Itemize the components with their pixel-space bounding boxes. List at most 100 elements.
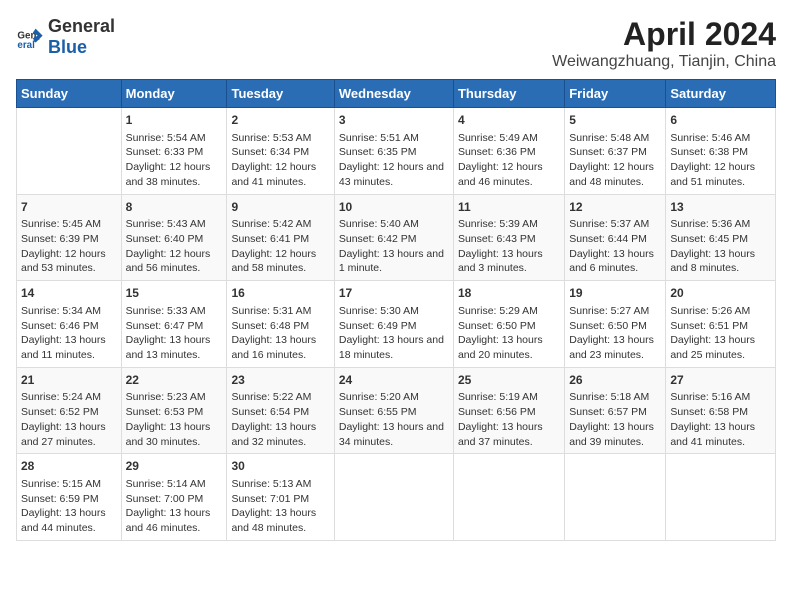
day-info: Sunrise: 5:36 AMSunset: 6:45 PMDaylight:…: [670, 217, 771, 276]
day-number: 23: [231, 372, 329, 389]
day-info: Sunrise: 5:16 AMSunset: 6:58 PMDaylight:…: [670, 390, 771, 449]
svg-text:eral: eral: [17, 40, 35, 51]
calendar-week-row: 14 Sunrise: 5:34 AMSunset: 6:46 PMDayligh…: [17, 281, 776, 368]
day-info: Sunrise: 5:26 AMSunset: 6:51 PMDaylight:…: [670, 304, 771, 363]
day-number: 24: [339, 372, 449, 389]
logo: Gen eral ▶ General Blue: [16, 16, 115, 58]
calendar-cell: 26Sunrise: 5:18 AMSunset: 6:57 PMDayligh…: [565, 367, 666, 454]
calendar-day-header: Wednesday: [334, 80, 453, 108]
day-info: Sunrise: 5:51 AMSunset: 6:35 PMDaylight:…: [339, 131, 449, 190]
calendar-cell: [334, 454, 453, 541]
day-info: Sunrise: 5:22 AMSunset: 6:54 PMDaylight:…: [231, 390, 329, 449]
calendar-cell: 11Sunrise: 5:39 AMSunset: 6:43 PMDayligh…: [453, 194, 564, 281]
day-info: Sunrise: 5:34 AMSunset: 6:46 PMDaylight:…: [21, 304, 117, 363]
day-number: 14: [21, 285, 117, 302]
day-info: Sunrise: 5:37 AMSunset: 6:44 PMDaylight:…: [569, 217, 661, 276]
calendar-day-header: Sunday: [17, 80, 122, 108]
day-info: Sunrise: 5:53 AMSunset: 6:34 PMDaylight:…: [231, 131, 329, 190]
day-number: 26: [569, 372, 661, 389]
day-number: 15: [126, 285, 223, 302]
day-info: Sunrise: 5:20 AMSunset: 6:55 PMDaylight:…: [339, 390, 449, 449]
calendar-cell: 3 Sunrise: 5:51 AMSunset: 6:35 PMDaylight…: [334, 108, 453, 195]
day-number: 27: [670, 372, 771, 389]
svg-text:▶: ▶: [33, 36, 40, 43]
calendar-cell: 30Sunrise: 5:13 AMSunset: 7:01 PMDayligh…: [227, 454, 334, 541]
day-info: Sunrise: 5:49 AMSunset: 6:36 PMDaylight:…: [458, 131, 560, 190]
day-number: 2: [231, 112, 329, 129]
day-number: 3: [339, 112, 449, 129]
day-info: Sunrise: 5:48 AMSunset: 6:37 PMDaylight:…: [569, 131, 661, 190]
day-number: 6: [670, 112, 771, 129]
day-number: 28: [21, 458, 117, 475]
calendar-day-header: Tuesday: [227, 80, 334, 108]
day-info: Sunrise: 5:29 AMSunset: 6:50 PMDaylight:…: [458, 304, 560, 363]
calendar-cell: 18 Sunrise: 5:29 AMSunset: 6:50 PMDayligh…: [453, 281, 564, 368]
calendar-cell: 21Sunrise: 5:24 AMSunset: 6:52 PMDayligh…: [17, 367, 122, 454]
day-number: 17: [339, 285, 449, 302]
calendar-cell: 1 Sunrise: 5:54 AMSunset: 6:33 PMDaylight…: [121, 108, 227, 195]
calendar-cell: 10Sunrise: 5:40 AMSunset: 6:42 PMDayligh…: [334, 194, 453, 281]
day-number: 5: [569, 112, 661, 129]
calendar-cell: [565, 454, 666, 541]
day-number: 29: [126, 458, 223, 475]
day-info: Sunrise: 5:45 AMSunset: 6:39 PMDaylight:…: [21, 217, 117, 276]
day-number: 11: [458, 199, 560, 216]
day-number: 25: [458, 372, 560, 389]
calendar-cell: 7Sunrise: 5:45 AMSunset: 6:39 PMDaylight…: [17, 194, 122, 281]
day-info: Sunrise: 5:24 AMSunset: 6:52 PMDaylight:…: [21, 390, 117, 449]
day-info: Sunrise: 5:42 AMSunset: 6:41 PMDaylight:…: [231, 217, 329, 276]
day-info: Sunrise: 5:33 AMSunset: 6:47 PMDaylight:…: [126, 304, 223, 363]
day-info: Sunrise: 5:18 AMSunset: 6:57 PMDaylight:…: [569, 390, 661, 449]
day-info: Sunrise: 5:39 AMSunset: 6:43 PMDaylight:…: [458, 217, 560, 276]
calendar-week-row: 1 Sunrise: 5:54 AMSunset: 6:33 PMDaylight…: [17, 108, 776, 195]
calendar-cell: 14 Sunrise: 5:34 AMSunset: 6:46 PMDayligh…: [17, 281, 122, 368]
calendar-week-row: 21Sunrise: 5:24 AMSunset: 6:52 PMDayligh…: [17, 367, 776, 454]
calendar-cell: 8Sunrise: 5:43 AMSunset: 6:40 PMDaylight…: [121, 194, 227, 281]
day-number: 22: [126, 372, 223, 389]
calendar-week-row: 28 Sunrise: 5:15 AMSunset: 6:59 PMDayligh…: [17, 454, 776, 541]
calendar-cell: [666, 454, 776, 541]
calendar-cell: 24Sunrise: 5:20 AMSunset: 6:55 PMDayligh…: [334, 367, 453, 454]
calendar-cell: 16 Sunrise: 5:31 AMSunset: 6:48 PMDayligh…: [227, 281, 334, 368]
day-number: 20: [670, 285, 771, 302]
day-info: Sunrise: 5:27 AMSunset: 6:50 PMDaylight:…: [569, 304, 661, 363]
calendar-cell: 13Sunrise: 5:36 AMSunset: 6:45 PMDayligh…: [666, 194, 776, 281]
title-area: April 2024 Weiwangzhuang, Tianjin, China: [552, 16, 776, 71]
logo-blue: Blue: [48, 37, 87, 57]
calendar-cell: [453, 454, 564, 541]
calendar-cell: 28 Sunrise: 5:15 AMSunset: 6:59 PMDayligh…: [17, 454, 122, 541]
calendar-cell: 22Sunrise: 5:23 AMSunset: 6:53 PMDayligh…: [121, 367, 227, 454]
calendar-cell: 5 Sunrise: 5:48 AMSunset: 6:37 PMDaylight…: [565, 108, 666, 195]
day-info: Sunrise: 5:15 AMSunset: 6:59 PMDaylight:…: [21, 477, 117, 536]
day-number: 9: [231, 199, 329, 216]
calendar-week-row: 7Sunrise: 5:45 AMSunset: 6:39 PMDaylight…: [17, 194, 776, 281]
day-number: 30: [231, 458, 329, 475]
page-header: Gen eral ▶ General Blue April 2024 Weiwa…: [16, 16, 776, 71]
calendar-cell: 2 Sunrise: 5:53 AMSunset: 6:34 PMDaylight…: [227, 108, 334, 195]
calendar-day-header: Friday: [565, 80, 666, 108]
day-info: Sunrise: 5:23 AMSunset: 6:53 PMDaylight:…: [126, 390, 223, 449]
calendar-cell: 15 Sunrise: 5:33 AMSunset: 6:47 PMDayligh…: [121, 281, 227, 368]
day-number: 18: [458, 285, 560, 302]
day-number: 4: [458, 112, 560, 129]
day-info: Sunrise: 5:40 AMSunset: 6:42 PMDaylight:…: [339, 217, 449, 276]
day-number: 13: [670, 199, 771, 216]
calendar-cell: 29Sunrise: 5:14 AMSunset: 7:00 PMDayligh…: [121, 454, 227, 541]
calendar-table: SundayMondayTuesdayWednesdayThursdayFrid…: [16, 79, 776, 541]
day-info: Sunrise: 5:54 AMSunset: 6:33 PMDaylight:…: [126, 131, 223, 190]
calendar-header-row: SundayMondayTuesdayWednesdayThursdayFrid…: [17, 80, 776, 108]
calendar-cell: [17, 108, 122, 195]
day-info: Sunrise: 5:31 AMSunset: 6:48 PMDaylight:…: [231, 304, 329, 363]
day-number: 1: [126, 112, 223, 129]
calendar-day-header: Saturday: [666, 80, 776, 108]
day-number: 16: [231, 285, 329, 302]
calendar-cell: 9Sunrise: 5:42 AMSunset: 6:41 PMDaylight…: [227, 194, 334, 281]
calendar-cell: 23Sunrise: 5:22 AMSunset: 6:54 PMDayligh…: [227, 367, 334, 454]
logo-text: General Blue: [48, 16, 115, 58]
calendar-cell: 27Sunrise: 5:16 AMSunset: 6:58 PMDayligh…: [666, 367, 776, 454]
calendar-cell: 4 Sunrise: 5:49 AMSunset: 6:36 PMDaylight…: [453, 108, 564, 195]
logo-icon: Gen eral ▶: [16, 23, 44, 51]
calendar-cell: 6Sunrise: 5:46 AMSunset: 6:38 PMDaylight…: [666, 108, 776, 195]
day-number: 10: [339, 199, 449, 216]
day-number: 12: [569, 199, 661, 216]
